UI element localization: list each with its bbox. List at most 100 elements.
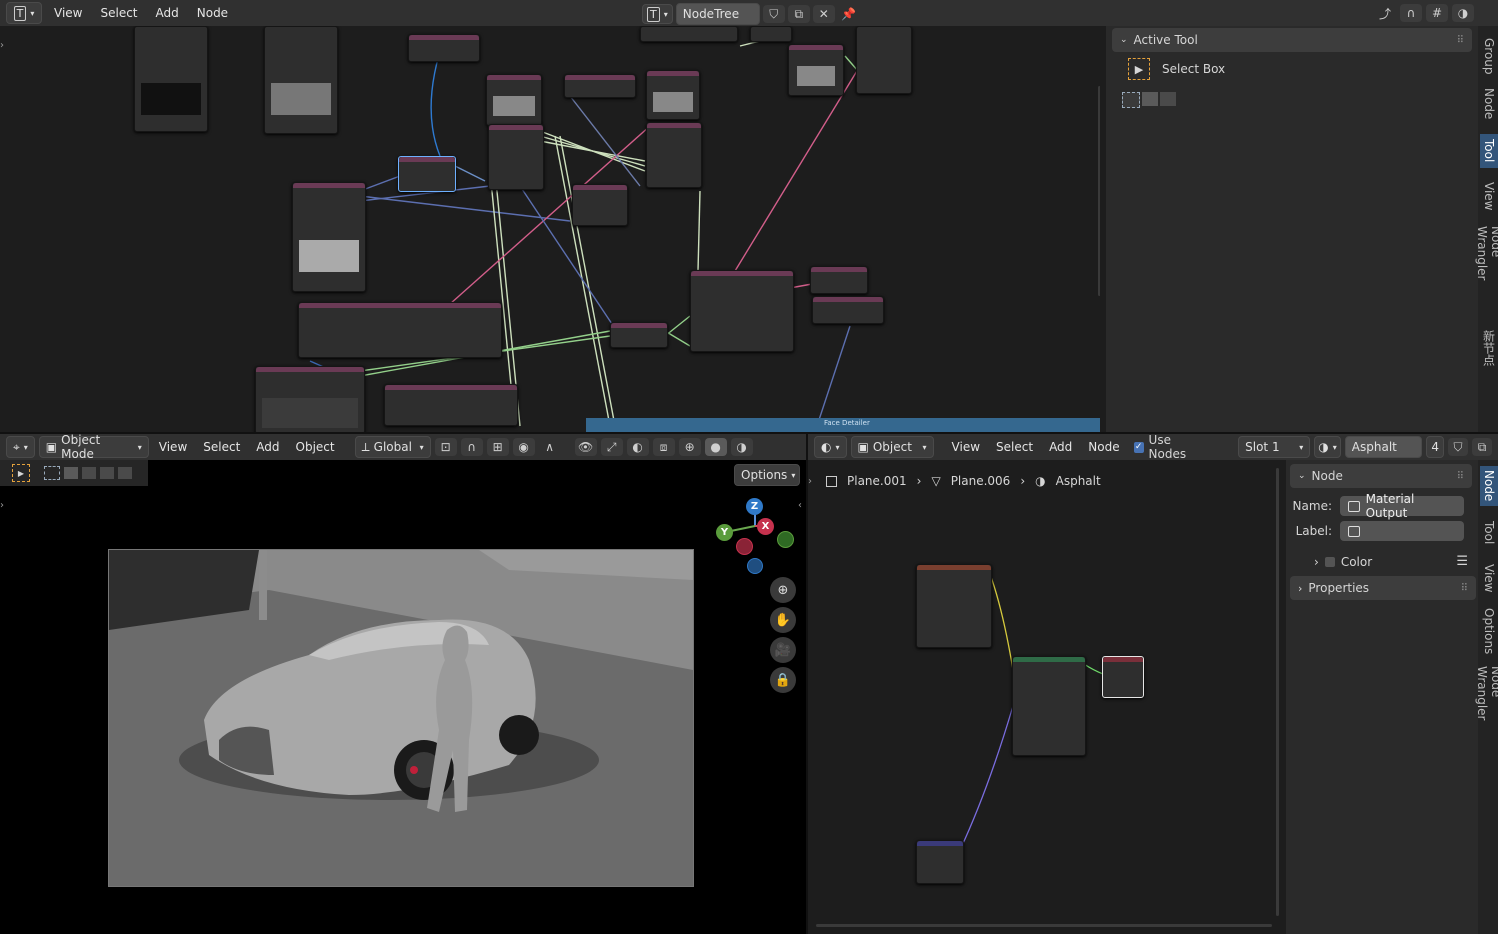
active-tool-panel-header[interactable]: ⌄ Active Tool ⠿ [1112, 28, 1472, 52]
select-subtract-icon[interactable] [1160, 92, 1176, 106]
menu-add[interactable]: Add [150, 3, 185, 23]
close-icon[interactable]: ✕ [812, 5, 835, 23]
solid-shading-icon[interactable]: ● [704, 438, 727, 456]
tab-node[interactable]: Node [1480, 466, 1498, 506]
comfy-node[interactable] [690, 270, 794, 352]
pivot-point-icon[interactable]: ⊡ [434, 438, 457, 456]
gizmo-axis-z[interactable]: Z [746, 498, 763, 515]
image-texture-node[interactable] [916, 564, 992, 648]
camera-view-icon[interactable]: 🎥 [770, 637, 796, 663]
viewport-menu-select[interactable]: Select [197, 437, 246, 457]
tab-node-wrangler[interactable]: Node Wrangler [1475, 666, 1498, 752]
shader-type-dropdown[interactable]: ▣ Object ▾ [850, 436, 934, 458]
gizmo-axis-neg-x[interactable] [736, 538, 753, 555]
tab-options[interactable]: Options [1480, 606, 1498, 656]
snap-icon[interactable]: ∩ [460, 438, 483, 456]
node-tree-name-field[interactable]: NodeTree [675, 3, 760, 25]
node-name-field[interactable]: Material Output [1340, 492, 1464, 520]
gizmo-axis-neg-y[interactable] [777, 531, 794, 548]
normal-map-node[interactable] [916, 840, 964, 884]
scrollbar[interactable] [1276, 468, 1279, 916]
comfy-node[interactable] [408, 34, 480, 62]
overlays-icon[interactable]: ◐ [626, 438, 649, 456]
zoom-icon[interactable]: ⊕ [770, 577, 796, 603]
material-output-node[interactable] [1102, 656, 1144, 698]
material-shading-icon[interactable]: ◑ [730, 438, 753, 456]
tab-view[interactable]: View [1480, 560, 1498, 596]
comfy-node[interactable] [810, 266, 868, 294]
editor-type-dropdown[interactable]: ◐ ▾ [814, 436, 847, 458]
shader-menu-node[interactable]: Node [1082, 437, 1125, 457]
comfy-node[interactable] [646, 70, 700, 120]
list-icon[interactable]: ☰ [1456, 554, 1468, 569]
comfy-node-canvas[interactable]: Face Detailer › [0, 26, 1100, 432]
select-box-tool-icon[interactable]: ▶ [12, 464, 30, 482]
shader-menu-view[interactable]: View [946, 437, 986, 457]
editor-type-dropdown[interactable]: ⌖ ▾ [6, 436, 35, 458]
comfy-node[interactable] [134, 26, 208, 132]
tab-node[interactable]: Node [1480, 86, 1498, 122]
material-browse-dropdown[interactable]: ◑ ▾ [1314, 436, 1341, 458]
tree-type-button[interactable]: T ▾ [642, 4, 673, 24]
comfy-node[interactable] [264, 26, 338, 134]
node-panel-header[interactable]: ⌄ Node ⠿ [1290, 464, 1472, 488]
shader-menu-add[interactable]: Add [1043, 437, 1078, 457]
viewport-area[interactable]: ▶ Options ▾ › ‹ Z X Y ⊕ ✋ 🎥 🔒 [0, 460, 806, 934]
collapse-arrow-icon[interactable]: › [0, 500, 4, 511]
comfy-node[interactable] [646, 122, 702, 188]
tab-node-wrangler[interactable]: Node Wrangler [1475, 226, 1498, 312]
proportional-edit-icon[interactable]: ◉ [512, 438, 535, 456]
comfy-node[interactable] [572, 184, 628, 226]
duplicate-icon[interactable]: ⧉ [1472, 438, 1492, 456]
select-new-icon[interactable] [1122, 92, 1140, 108]
comfy-node[interactable] [610, 322, 668, 348]
editor-type-dropdown[interactable]: T ▾ [6, 2, 42, 24]
viewport-menu-view[interactable]: View [153, 437, 193, 457]
xray-icon[interactable]: ⧈ [652, 438, 675, 456]
comfy-node[interactable] [750, 26, 792, 42]
pin-icon[interactable]: 📌 [838, 5, 860, 23]
menu-view[interactable]: View [48, 3, 88, 23]
shader-canvas[interactable]: Plane.001 › ▽ Plane.006 › ◑ Asphalt › [808, 460, 1286, 934]
color-checkbox[interactable] [1324, 556, 1335, 567]
fake-user-shield-icon[interactable]: ⛉ [1448, 438, 1468, 456]
menu-select[interactable]: Select [94, 3, 143, 23]
drag-handle-icon[interactable]: ⠿ [1461, 583, 1468, 594]
duplicate-icon[interactable]: ⧉ [787, 5, 810, 23]
gizmo-axis-y[interactable]: Y [716, 524, 733, 541]
pan-hand-icon[interactable]: ✋ [770, 607, 796, 633]
snap-increment-icon[interactable]: ⊞ [486, 438, 509, 456]
visibility-eye-icon[interactable]: 👁 [574, 438, 597, 456]
comfy-node-selected[interactable] [398, 156, 456, 192]
select-extend-icon[interactable] [1142, 92, 1158, 106]
viewport-menu-add[interactable]: Add [250, 437, 285, 457]
viewport-menu-object[interactable]: Object [290, 437, 341, 457]
principled-bsdf-node[interactable] [1012, 656, 1086, 756]
gizmo-toggle-icon[interactable]: ⤢ [600, 438, 623, 456]
tab-tool[interactable]: Tool [1480, 134, 1498, 168]
comfy-node[interactable] [488, 124, 544, 190]
scrollbar[interactable] [1098, 86, 1100, 296]
horizontal-scrollbar[interactable] [816, 924, 1272, 927]
select-intersect-icon[interactable] [118, 467, 132, 479]
comfy-node[interactable] [298, 302, 502, 358]
gizmo-axis-x[interactable]: X [757, 518, 774, 535]
collapse-arrow-icon[interactable]: › [808, 476, 812, 487]
select-subtract-icon[interactable] [82, 467, 96, 479]
drag-handle-icon[interactable]: ⠿ [1457, 471, 1464, 482]
fake-user-shield-icon[interactable]: ⛉ [762, 5, 785, 23]
select-extend-icon[interactable] [64, 467, 78, 479]
comfy-node[interactable] [812, 296, 884, 324]
select-invert-icon[interactable] [100, 467, 114, 479]
select-box-tool[interactable]: ▶ Select Box [1128, 58, 1225, 80]
shader-menu-select[interactable]: Select [990, 437, 1039, 457]
properties-panel-header[interactable]: › Properties ⠿ [1290, 576, 1476, 600]
comfy-node[interactable] [564, 74, 636, 98]
material-slot-dropdown[interactable]: Slot 1 ▾ [1238, 436, 1311, 458]
overlays-icon[interactable]: ◑ [1452, 4, 1474, 22]
material-users-count[interactable]: 4 [1426, 436, 1445, 458]
select-new-icon[interactable] [44, 466, 60, 480]
comfy-node[interactable] [292, 182, 366, 292]
comfy-node[interactable] [788, 44, 844, 96]
tab-view[interactable]: View [1480, 178, 1498, 214]
